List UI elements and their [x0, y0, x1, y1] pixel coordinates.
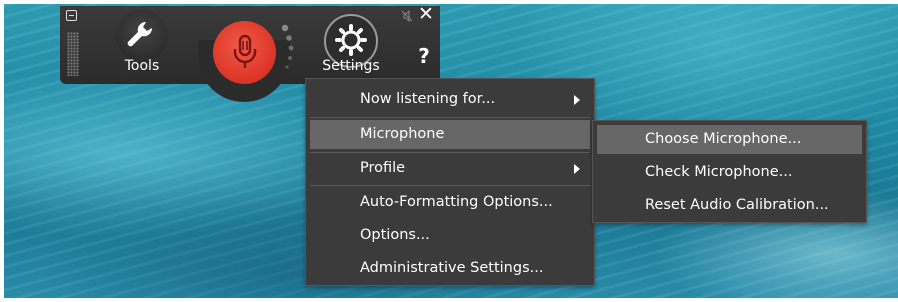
menu-item-label: Reset Audio Calibration...	[645, 197, 829, 213]
tools-button[interactable]	[116, 10, 168, 62]
minimize-icon[interactable]	[66, 10, 77, 21]
settings-menu: Now listening for... Microphone Profile …	[305, 78, 595, 286]
menu-item-label: Administrative Settings...	[360, 260, 544, 276]
menu-item-reset-audio-calibration[interactable]: Reset Audio Calibration...	[597, 191, 862, 220]
menu-separator	[310, 152, 590, 153]
menu-item-now-listening-for[interactable]: Now listening for...	[310, 85, 590, 114]
menu-item-label: Microphone	[360, 126, 445, 142]
close-icon[interactable]: ✕	[418, 5, 434, 24]
submenu-arrow-icon	[574, 95, 580, 105]
menu-item-choose-microphone[interactable]: Choose Microphone...	[597, 125, 862, 154]
help-icon[interactable]: ?	[414, 44, 434, 68]
mute-icon[interactable]	[401, 10, 413, 22]
menu-item-auto-formatting-options[interactable]: Auto-Formatting Options...	[310, 188, 590, 217]
menu-item-label: Choose Microphone...	[645, 131, 802, 147]
wrench-icon	[127, 21, 153, 47]
settings-label: Settings	[322, 58, 380, 74]
menu-item-microphone[interactable]: Microphone	[310, 120, 590, 149]
submenu-arrow-icon	[574, 164, 580, 174]
menu-item-profile[interactable]: Profile	[310, 154, 590, 183]
microphone-icon	[233, 34, 257, 68]
menu-separator	[310, 185, 590, 186]
tools-label: Tools	[124, 58, 160, 74]
volume-dots-icon	[281, 24, 294, 69]
menu-item-label: Auto-Formatting Options...	[360, 194, 553, 210]
menu-item-label: Options...	[360, 227, 430, 243]
menu-item-administrative-settings[interactable]: Administrative Settings...	[310, 254, 590, 283]
microphone-submenu: Choose Microphone... Check Microphone...…	[592, 120, 867, 223]
grip-icon[interactable]	[67, 32, 79, 76]
menu-separator	[310, 117, 590, 118]
menu-item-options[interactable]: Options...	[310, 221, 590, 250]
menu-item-label: Now listening for...	[360, 91, 496, 107]
menu-item-label: Profile	[360, 160, 406, 176]
menu-item-check-microphone[interactable]: Check Microphone...	[597, 158, 862, 187]
menu-item-label: Check Microphone...	[645, 164, 793, 180]
